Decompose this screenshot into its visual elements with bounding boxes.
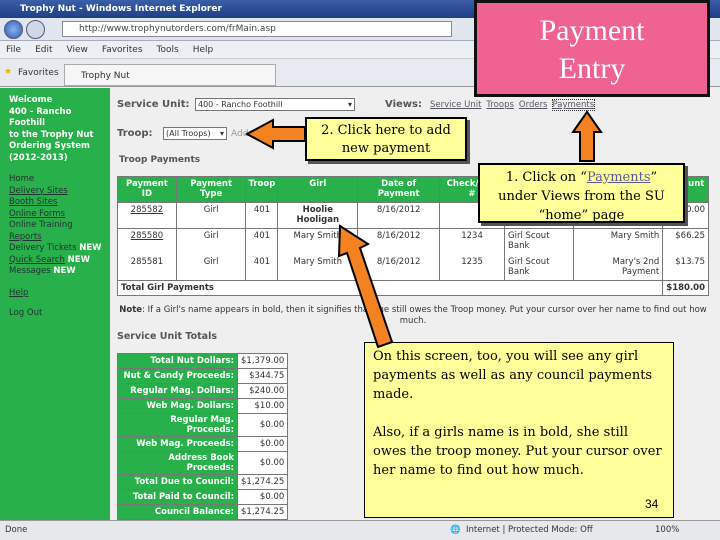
- globe-icon: 🌐: [450, 525, 461, 535]
- status-bar: Done 🌐 Internet | Protected Mode: Off 10…: [0, 520, 720, 540]
- arrow-left-icon: [244, 118, 306, 150]
- arrows: [244, 110, 603, 349]
- arrow-up-icon: [571, 110, 603, 162]
- status-text: Done: [5, 525, 28, 535]
- arrow-diagonal-icon: [337, 224, 394, 349]
- zoom-level[interactable]: 100%: [655, 525, 679, 535]
- zone-text: Internet | Protected Mode: Off: [466, 525, 593, 535]
